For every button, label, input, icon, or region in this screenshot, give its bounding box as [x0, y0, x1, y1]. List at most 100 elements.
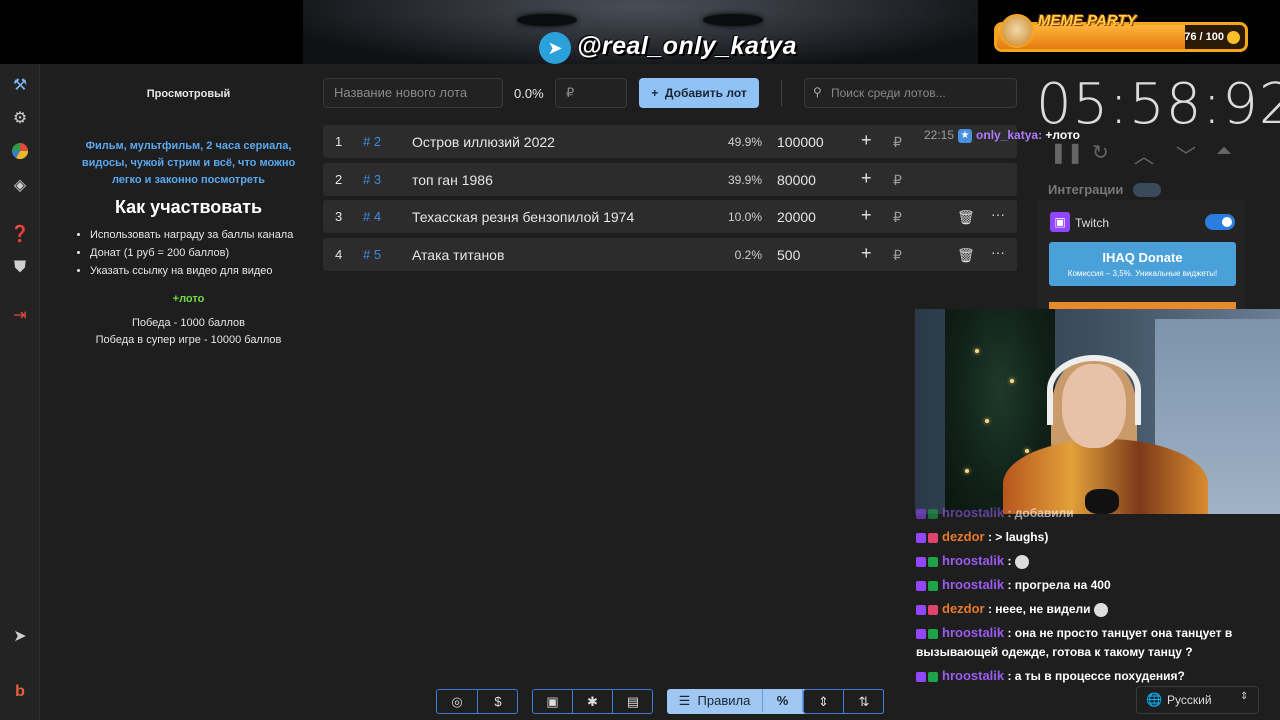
webcam-feed	[915, 309, 1280, 514]
rules-label: Правила	[697, 693, 751, 708]
donate-title: IHAQ Donate	[1102, 250, 1183, 265]
reset-icon[interactable]: ↻	[1092, 140, 1109, 165]
lot-name[interactable]: Остров иллюзий 2022	[412, 134, 555, 150]
bullet-item: Указать ссылку на видео для видео	[90, 262, 293, 280]
integrations-toggle[interactable]	[1133, 183, 1161, 197]
lot-value[interactable]: 80000	[777, 172, 816, 188]
github-icon[interactable]: ◎	[437, 690, 478, 713]
lot-name-input[interactable]: Название нового лота	[323, 78, 503, 108]
lot-id[interactable]: # 5	[363, 247, 381, 262]
meme-party-label: MEME PARTY	[1038, 12, 1137, 29]
pink-badge-icon	[928, 604, 938, 615]
description-bullets: Использовать награду за баллы канала Дон…	[90, 226, 293, 280]
lot-row[interactable]: 1 # 2 Остров иллюзий 2022 49.9% 100000 +…	[323, 125, 1017, 158]
add-amount-button[interactable]: +	[861, 205, 872, 226]
lot-value[interactable]: 100000	[777, 134, 824, 150]
tree-light	[975, 349, 979, 353]
bug-icon[interactable]: ✱	[573, 690, 613, 713]
link-button-group: ◎ $	[436, 689, 518, 714]
chat-username: hroostalik	[942, 505, 1005, 520]
description-wins: Победа - 1000 баллов Победа в супер игре…	[40, 315, 337, 349]
stream-banner: ➤ @real_only_katya	[303, 0, 978, 64]
chevron-up-icon[interactable]: ︿	[1134, 140, 1154, 169]
gear-icon[interactable]: ⚙	[9, 108, 31, 130]
chat-text: : добавили	[1007, 506, 1074, 520]
dollar-icon[interactable]: $	[478, 690, 518, 713]
b-logo-icon[interactable]: b	[9, 681, 31, 703]
banner-left-area	[0, 0, 303, 64]
donate-subtitle: Комиссия – 3,5%. Уникальные виджеты!	[1067, 269, 1218, 278]
meme-party-counter: 76 / 100	[1184, 31, 1224, 43]
twitch-badge-icon	[916, 671, 926, 682]
lot-name[interactable]: топ ган 1986	[412, 172, 493, 188]
rules-button[interactable]: ☰ Правила	[667, 689, 763, 712]
pink-badge-icon	[928, 532, 938, 543]
chevron-down-icon[interactable]: ﹀	[1176, 140, 1196, 169]
twitch-toggle[interactable]	[1205, 214, 1235, 230]
layers-icon[interactable]: ◈	[9, 175, 31, 197]
add-amount-button[interactable]: +	[861, 168, 872, 189]
tree-light	[1025, 449, 1029, 453]
lot-percent: 0.2%	[734, 248, 762, 262]
auction-icon[interactable]: ⚒	[9, 75, 31, 97]
lot-row[interactable]: 3 # 4 Техасская резня бензопилой 1974 10…	[323, 200, 1017, 233]
trash-icon[interactable]: 🗑	[957, 247, 975, 264]
description-blue-text: Фильм, мультфильм, 2 часа сериала, видос…	[81, 140, 296, 186]
chat-message-row: hroostalik : прогрела на 400	[916, 575, 1256, 595]
chat-message-row: dezdor : нееe, не видели	[916, 599, 1256, 619]
file-button-group: ▣ ✱ ▤	[532, 689, 653, 714]
logout-icon[interactable]: ⇥	[9, 305, 31, 327]
add-amount-button[interactable]: +	[861, 130, 872, 151]
meme-party-widget: MEME PARTY 76 / 100	[990, 12, 1248, 52]
lot-name[interactable]: Техасская резня бензопилой 1974	[412, 209, 634, 225]
tree-light	[965, 469, 969, 473]
clear-icon[interactable]: ▤	[613, 690, 653, 713]
chat-username: dezdor	[942, 529, 985, 544]
telegram-icon: ➤	[539, 32, 571, 64]
ruble-icon: ₽	[893, 134, 902, 150]
add-lot-button[interactable]: + Добавить лот	[639, 78, 759, 108]
trash-icon[interactable]: 🗑	[957, 209, 975, 226]
chat-user: only_katya:	[976, 128, 1043, 142]
help-icon[interactable]: ❓	[9, 224, 31, 246]
tree-light	[1010, 379, 1014, 383]
chat-username: hroostalik	[942, 553, 1005, 568]
telegram-icon[interactable]: ➤	[9, 626, 31, 648]
lot-name[interactable]: Атака титанов	[412, 247, 504, 263]
more-icon[interactable]: ···	[991, 244, 1005, 260]
shield-icon[interactable]: ⛊	[9, 257, 31, 279]
lot-value[interactable]: 20000	[777, 209, 816, 225]
chat-message-row: hroostalik : она не просто танцует она т…	[916, 623, 1256, 662]
lot-id[interactable]: # 2	[363, 134, 381, 149]
lot-id[interactable]: # 3	[363, 172, 381, 187]
emote-icon	[1014, 554, 1029, 569]
twitch-badge-icon	[916, 556, 926, 567]
pie-chart-icon[interactable]	[9, 142, 31, 164]
twitch-badge-icon	[916, 580, 926, 591]
percent-toggle[interactable]: %	[763, 689, 803, 712]
lot-value[interactable]: 500	[777, 247, 800, 263]
chat-text: :	[1007, 554, 1012, 568]
lot-search-input[interactable]: Поиск среди лотов...	[804, 78, 1017, 108]
lot-row[interactable]: 4 # 5 Атака титанов 0.2% 500 + ₽ 🗑 ···	[323, 238, 1017, 271]
more-icon[interactable]: ···	[991, 206, 1005, 222]
twitch-badge-icon	[916, 604, 926, 615]
tree-light	[985, 419, 989, 423]
lot-row[interactable]: 2 # 3 топ ган 1986 39.9% 80000 + ₽	[323, 163, 1017, 196]
lot-percent: 49.9%	[727, 135, 762, 149]
twitch-icon: ▣	[1050, 212, 1070, 232]
sort-icon[interactable]: ⇅	[844, 690, 884, 713]
lot-id[interactable]: # 4	[363, 209, 381, 224]
lot-amount-input[interactable]: ₽	[555, 78, 627, 108]
chat-time: 22:15	[924, 128, 955, 142]
pause-icon[interactable]: ❚❚	[1050, 140, 1084, 165]
add-amount-button[interactable]: +	[861, 243, 872, 264]
compress-icon[interactable]: ⇕	[804, 690, 844, 713]
integrations-label: Интеграции	[1048, 182, 1124, 197]
bullet-item: Использовать награду за баллы канала	[90, 226, 293, 244]
star-badge-icon: ★	[958, 128, 973, 143]
donate-button[interactable]: IHAQ Donate Комиссия – 3,5%. Уникальные …	[1049, 242, 1236, 286]
lot-number: 4	[335, 247, 343, 262]
double-up-icon[interactable]: ⏶	[1216, 140, 1232, 163]
save-icon[interactable]: ▣	[533, 690, 573, 713]
